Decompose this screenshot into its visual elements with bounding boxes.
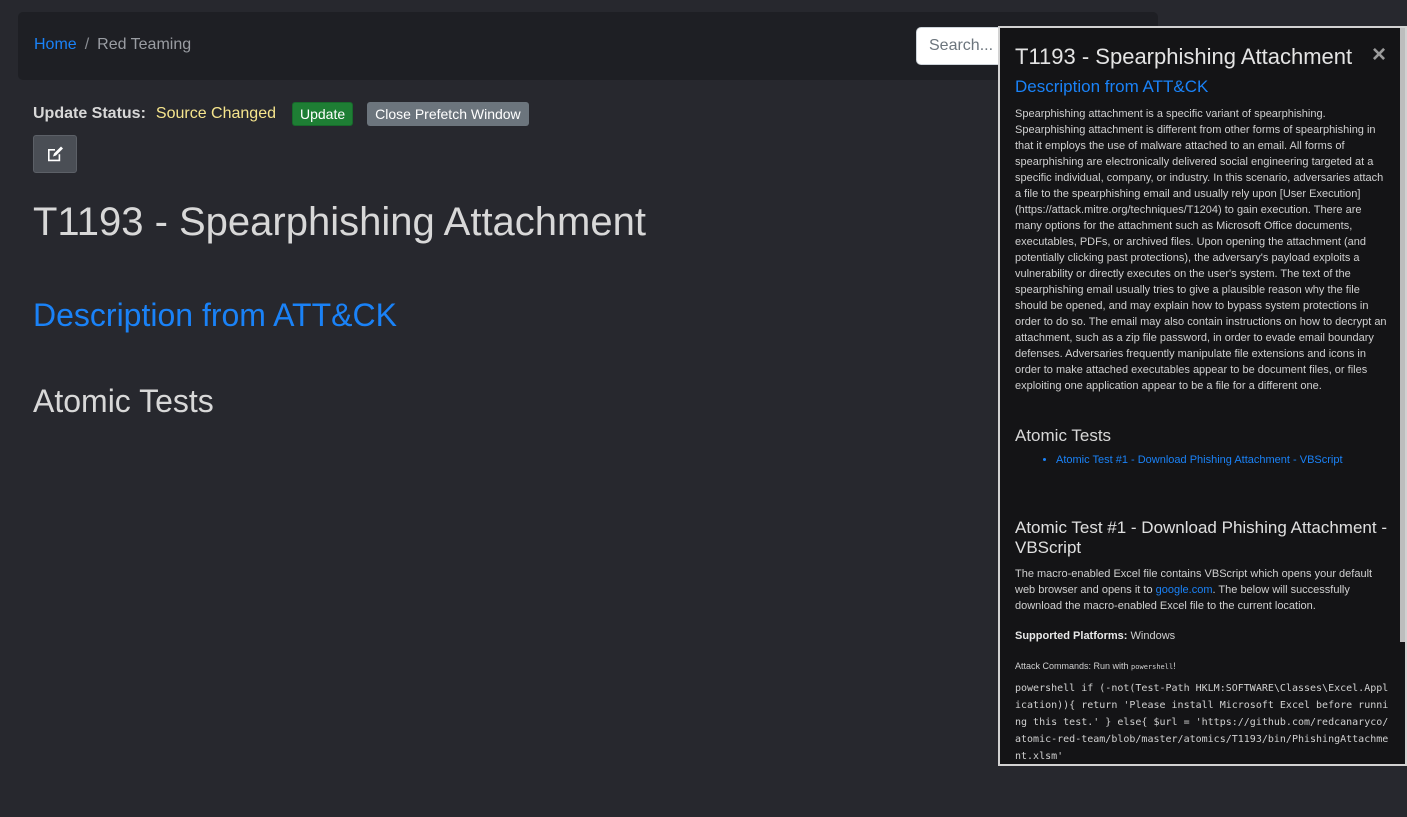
update-status-value: Source Changed: [155, 105, 276, 122]
breadcrumb: Home / Red Teaming: [34, 36, 191, 54]
page-title: T1193 - Spearphishing Attachment: [33, 200, 646, 244]
list-item: Atomic Test #1 - Download Phishing Attac…: [1056, 454, 1343, 466]
update-status-label: Update Status:: [33, 105, 146, 122]
close-icon[interactable]: ×: [1372, 43, 1386, 67]
attack-runner: powershell: [1131, 663, 1174, 671]
atomic-tests-heading: Atomic Tests: [33, 383, 214, 419]
atomic-test-link[interactable]: Atomic Test #1 - Download Phishing Attac…: [1056, 454, 1343, 466]
prefetch-window[interactable]: T1193 - Spearphishing Attachment × Descr…: [998, 26, 1407, 766]
breadcrumb-home-link[interactable]: Home: [34, 36, 77, 53]
attack-commands-label: Attack Commands: Run with: [1015, 661, 1132, 671]
update-status-row: Update Status: Source Changed Update Clo…: [33, 101, 529, 127]
breadcrumb-separator: /: [84, 36, 90, 53]
breadcrumb-current: Red Teaming: [97, 36, 192, 53]
prefetch-title: T1193 - Spearphishing Attachment: [1015, 44, 1353, 69]
edit-icon: [48, 146, 63, 162]
prefetch-scrollbar[interactable]: [1400, 28, 1405, 642]
prefetch-test-description: The macro-enabled Excel file contains VB…: [1015, 566, 1387, 614]
prefetch-description-text: Spearphishing attachment is a specific v…: [1015, 108, 1387, 392]
google-link[interactable]: google.com: [1156, 584, 1213, 596]
description-heading-link[interactable]: Description from ATT&CK: [33, 297, 397, 334]
supported-platforms-label: Supported Platforms:: [1015, 630, 1128, 642]
update-button[interactable]: Update: [292, 102, 354, 126]
attack-command-code: powershell if (-not(Test-Path HKLM:SOFTW…: [1015, 683, 1389, 762]
top-navbar: Home / Red Teaming: [18, 12, 1158, 80]
edit-button[interactable]: [33, 135, 77, 173]
supported-platforms-value: Windows: [1130, 630, 1176, 642]
attack-commands: Attack Commands: Run with powershell!: [1015, 661, 1176, 671]
prefetch-description-heading[interactable]: Description from ATT&CK: [1015, 77, 1208, 97]
prefetch-atomic-tests-heading: Atomic Tests: [1015, 426, 1112, 445]
prefetch-test-list: Atomic Test #1 - Download Phishing Attac…: [1040, 454, 1343, 466]
supported-platforms: Supported Platforms: Windows: [1015, 630, 1175, 642]
close-prefetch-window-button[interactable]: Close Prefetch Window: [367, 102, 529, 126]
attack-suffix: !: [1173, 661, 1176, 671]
prefetch-test-heading: Atomic Test #1 - Download Phishing Attac…: [1015, 518, 1387, 557]
